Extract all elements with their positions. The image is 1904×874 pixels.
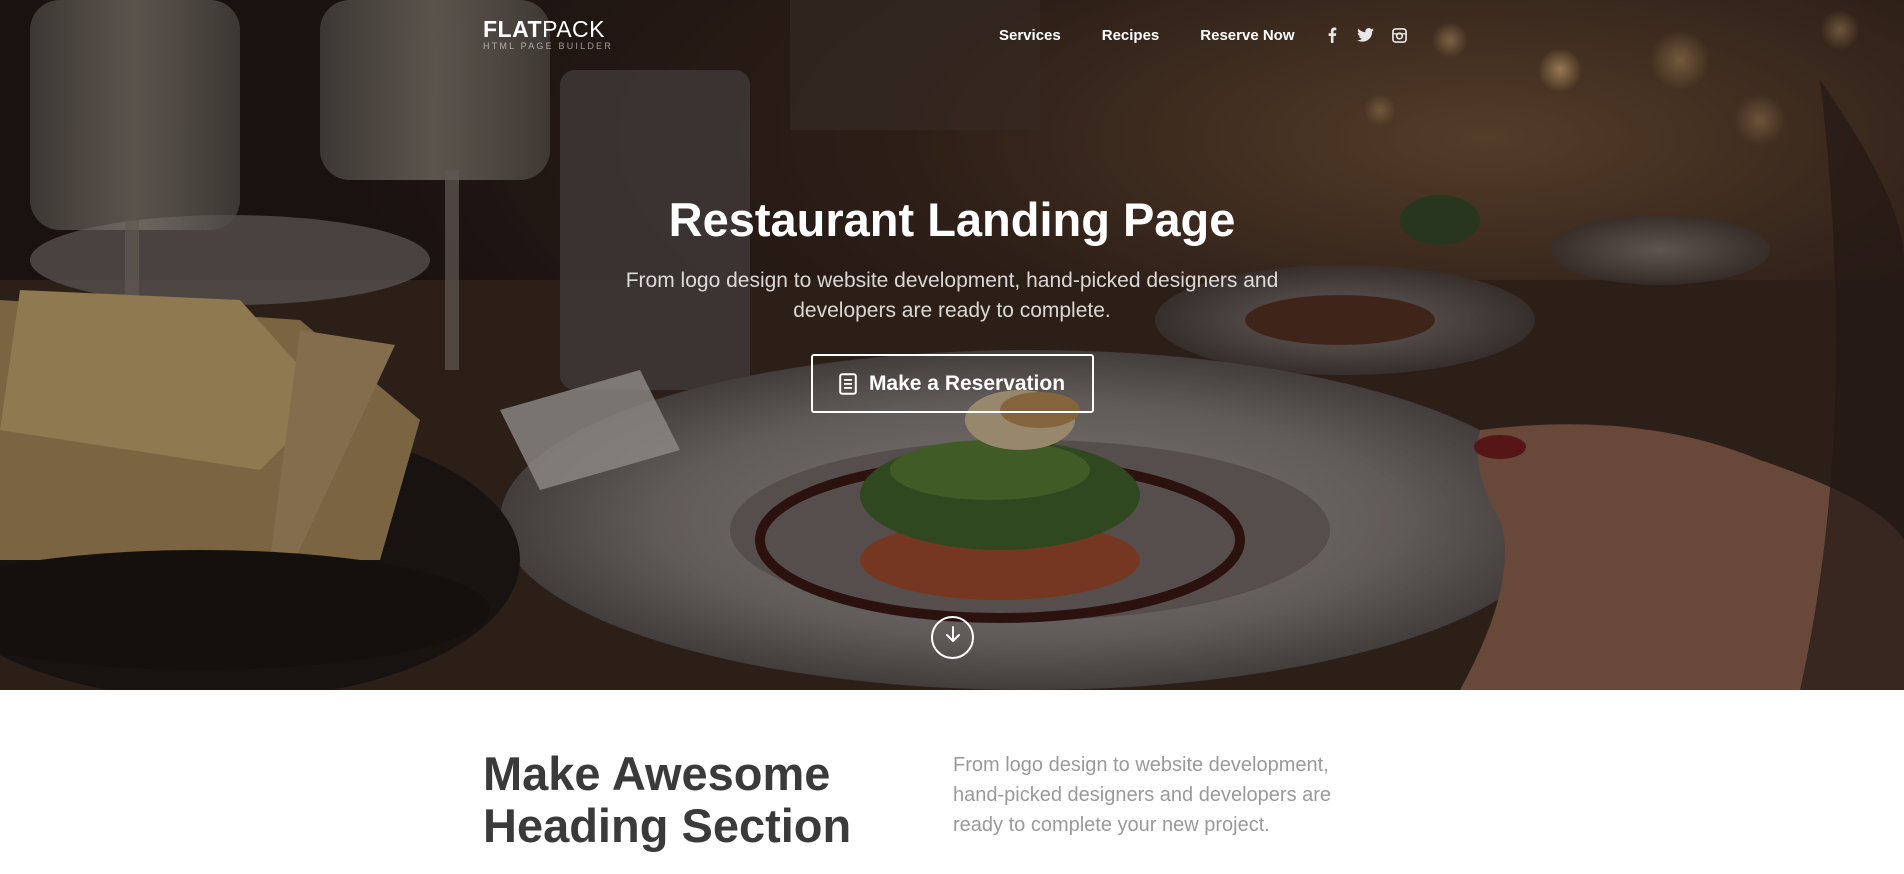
hero-content: Restaurant Landing Page From logo design… (0, 190, 1904, 413)
nav-menu: Services Recipes Reserve Now (999, 26, 1425, 44)
section-heading: Make Awesome Heading Section (483, 747, 852, 852)
logo-tagline: HTML PAGE BUILDER (483, 41, 613, 51)
brand-logo[interactable]: FLATPACK HTML PAGE BUILDER (483, 16, 613, 52)
instagram-icon[interactable] (1391, 26, 1409, 44)
nav-link-recipes[interactable]: Recipes (1102, 27, 1160, 44)
document-icon (839, 372, 857, 395)
hero-subtitle: From logo design to website development,… (625, 269, 1279, 322)
hero-title: Restaurant Landing Page (668, 193, 1236, 246)
social-links (1323, 26, 1425, 44)
hero-section: FLATPACK HTML PAGE BUILDER Services Reci… (0, 0, 1904, 690)
nav-link-services[interactable]: Services (999, 27, 1061, 44)
twitter-icon[interactable] (1357, 26, 1375, 44)
make-reservation-button[interactable]: Make a Reservation (810, 354, 1094, 413)
heading-section: Make Awesome Heading Section From logo d… (0, 690, 1904, 874)
nav-link-reserve-now[interactable]: Reserve Now (1200, 27, 1294, 44)
facebook-icon[interactable] (1323, 26, 1341, 44)
arrow-down-icon (945, 626, 961, 649)
top-navbar: FLATPACK HTML PAGE BUILDER Services Reci… (0, 0, 1904, 72)
section-description: From logo design to website development,… (953, 754, 1332, 836)
logo-wordmark: FLATPACK (483, 16, 605, 42)
scroll-down-button[interactable] (931, 616, 974, 659)
make-reservation-label: Make a Reservation (868, 371, 1066, 395)
